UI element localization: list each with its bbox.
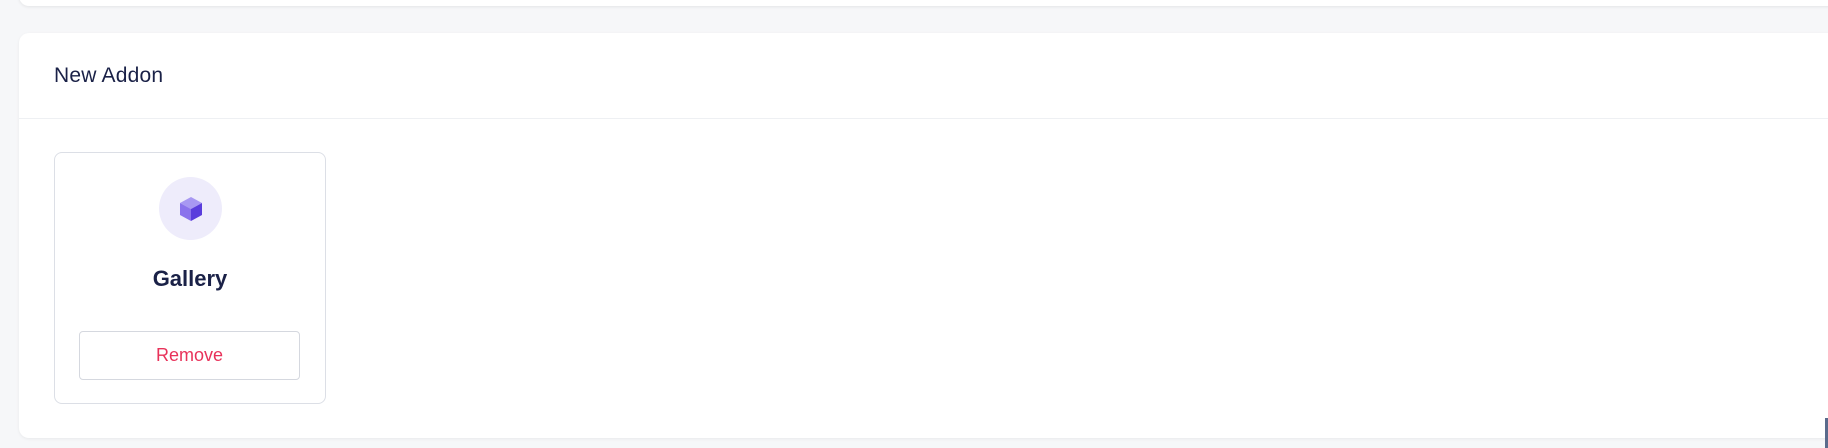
- addon-name: Gallery: [152, 266, 228, 291]
- addon-card: Gallery Remove: [54, 152, 326, 404]
- addon-icon-badge: [159, 177, 222, 240]
- panel-header: New Addon: [19, 33, 1828, 119]
- remove-button[interactable]: Remove: [79, 331, 300, 380]
- new-addon-panel: New Addon Gallery Remove: [19, 33, 1828, 438]
- panel-title: New Addon: [54, 63, 164, 87]
- previous-card: [19, 0, 1828, 6]
- cube-icon: [179, 196, 202, 221]
